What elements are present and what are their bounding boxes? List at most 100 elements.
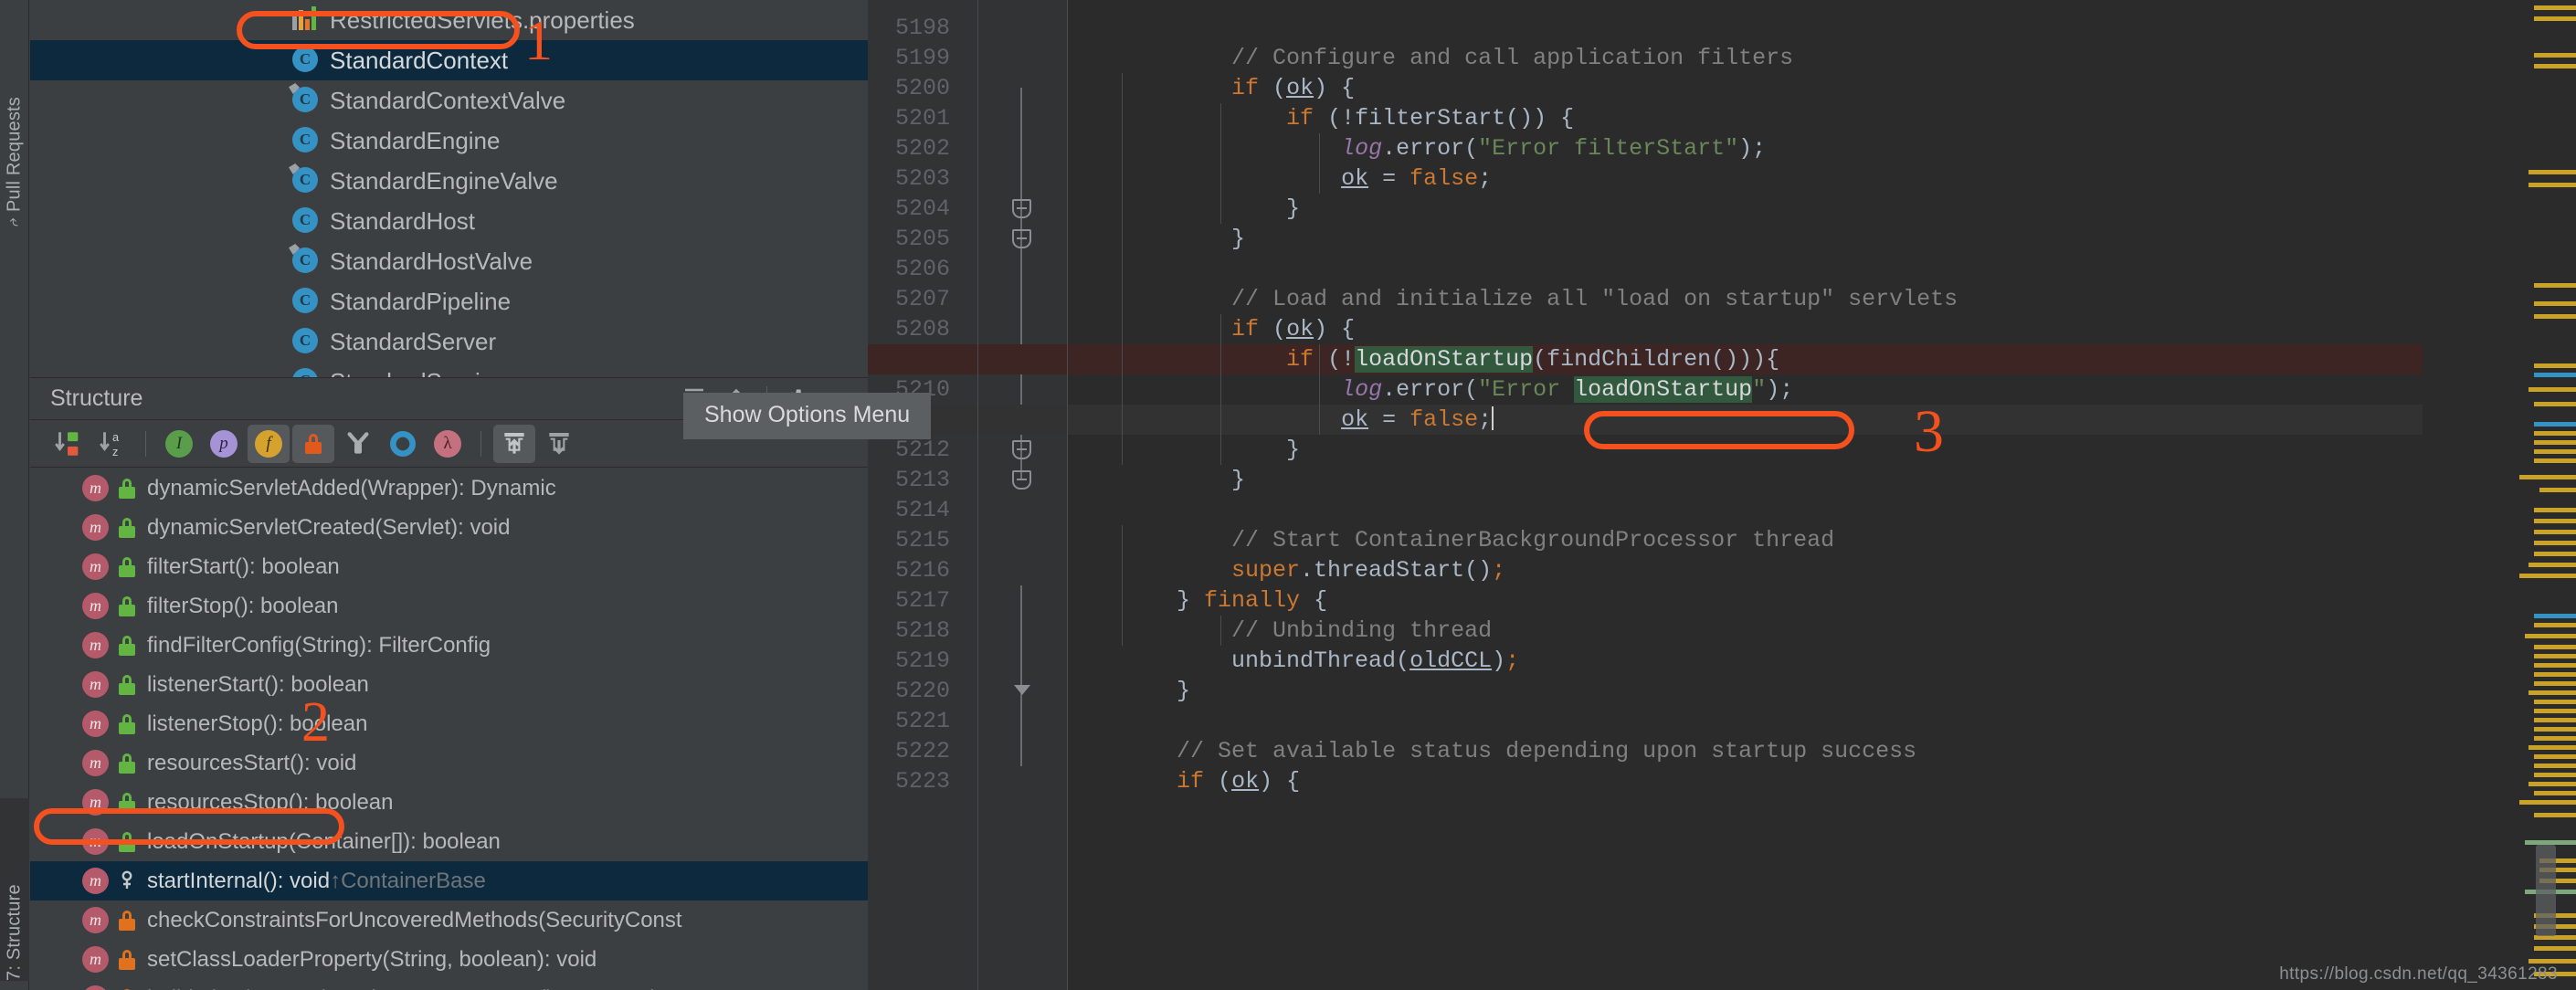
editor-marker[interactable] (2534, 681, 2576, 686)
structure-member-list[interactable]: mdynamicServletAdded(Wrapper): Dynamicmd… (30, 469, 868, 990)
editor-marker[interactable] (2528, 690, 2576, 695)
editor-marker[interactable] (2534, 64, 2576, 68)
structure-member-row[interactable]: mdynamicServletCreated(Servlet): void (30, 508, 868, 547)
show-interfaces-button[interactable] (382, 425, 424, 463)
editor-marker[interactable] (2534, 16, 2576, 21)
show-anonymous-classes-button[interactable] (337, 425, 379, 463)
editor-gutter[interactable]: 5198519952005201520252035204520552065207… (868, 0, 1067, 990)
structure-member-row[interactable]: mfilterStart(): boolean (30, 547, 868, 586)
editor-marker[interactable] (2534, 53, 2576, 58)
editor-marker[interactable] (2534, 718, 2576, 722)
fold-collapse-marker[interactable] (1012, 470, 1031, 490)
code-line[interactable] (1067, 706, 2423, 736)
editor-marker[interactable] (2528, 183, 2576, 187)
editor-marker-bar[interactable] (2423, 0, 2576, 990)
editor-marker[interactable] (2519, 800, 2576, 805)
editor-marker[interactable] (2519, 475, 2576, 479)
editor-marker[interactable] (2528, 745, 2576, 750)
editor-marker[interactable] (2519, 574, 2576, 578)
editor-marker[interactable] (2534, 301, 2576, 306)
editor-marker[interactable] (2525, 634, 2576, 638)
tool-window-button-structure[interactable]: 7: Structure (0, 798, 29, 981)
editor-marker[interactable] (2534, 672, 2576, 677)
code-line[interactable]: if (ok) { (1067, 766, 2423, 796)
project-tree[interactable]: RestrictedServlets.propertiesCStandardCo… (30, 0, 868, 377)
project-tree-item[interactable]: CStandardEngine (30, 121, 868, 161)
editor-marker[interactable] (2534, 508, 2576, 512)
code-line[interactable]: log.error("Error filterStart"); (1067, 133, 2423, 163)
fold-collapse-marker[interactable] (1012, 440, 1031, 459)
editor-marker[interactable] (2534, 458, 2576, 463)
structure-member-row[interactable]: mloadOnStartup(Container[]): boolean (30, 822, 868, 861)
editor-marker[interactable] (2534, 373, 2576, 377)
editor-scrollbar-thumb[interactable] (2536, 845, 2556, 936)
code-line[interactable]: ok = false; (1067, 405, 2423, 435)
fold-end-arrow[interactable] (1014, 685, 1030, 695)
editor-marker[interactable] (2534, 727, 2576, 732)
editor-marker[interactable] (2534, 754, 2576, 759)
project-tree-item[interactable]: CStandardHost (30, 201, 868, 241)
code-line[interactable]: } (1067, 465, 2423, 495)
structure-member-row[interactable]: mfindFilterConfig(String): FilterConfig (30, 626, 868, 665)
editor-marker[interactable] (2534, 363, 2576, 368)
code-line[interactable]: } (1067, 224, 2423, 254)
editor-marker[interactable] (2534, 440, 2576, 445)
code-line[interactable] (1067, 13, 2423, 43)
autoscroll-to-source-button[interactable] (493, 425, 535, 463)
editor-marker[interactable] (2534, 431, 2576, 436)
code-line[interactable]: // Set available status depending upon s… (1067, 736, 2423, 766)
fold-collapse-marker[interactable] (1012, 229, 1031, 248)
editor-marker[interactable] (2528, 782, 2576, 786)
editor-marker[interactable] (2534, 402, 2576, 406)
editor-marker[interactable] (2534, 764, 2576, 768)
project-tree-item[interactable]: CStandardPipeline (30, 281, 868, 321)
editor-marker[interactable] (2534, 541, 2576, 545)
structure-member-row[interactable]: mbuildInjectionMap(NamingResourcesImpl):… (30, 979, 868, 990)
editor-marker[interactable] (2534, 614, 2576, 618)
code-content[interactable]: // Configure and call application filter… (1067, 0, 2423, 990)
code-line[interactable]: } (1067, 194, 2423, 224)
project-tree-item[interactable]: CStandardService (30, 362, 868, 377)
editor-marker[interactable] (2534, 645, 2576, 649)
code-line[interactable]: if (ok) { (1067, 73, 2423, 103)
code-line[interactable]: // Unbinding thread (1067, 616, 2423, 646)
code-line[interactable]: ok = false; (1067, 163, 2423, 194)
code-line[interactable]: // Configure and call application filter… (1067, 43, 2423, 73)
code-line[interactable]: if (ok) { (1067, 314, 2423, 344)
fold-collapse-marker[interactable] (1012, 199, 1031, 218)
project-tree-item[interactable]: CStandardContext (30, 40, 868, 80)
editor-marker[interactable] (2534, 552, 2576, 556)
editor-marker[interactable] (2534, 623, 2576, 627)
editor-marker[interactable] (2534, 422, 2576, 427)
editor-marker[interactable] (2534, 946, 2576, 951)
structure-member-row[interactable]: mlistenerStop(): boolean (30, 704, 868, 743)
code-line[interactable]: } finally { (1067, 585, 2423, 616)
code-line[interactable]: super.threadStart(); (1067, 555, 2423, 585)
show-properties-button[interactable]: p (203, 425, 245, 463)
editor-marker[interactable] (2534, 773, 2576, 777)
code-line[interactable] (1067, 495, 2423, 525)
editor-marker[interactable] (2534, 791, 2576, 795)
editor-marker[interactable] (2534, 663, 2576, 668)
structure-member-row[interactable]: mresourcesStop(): boolean (30, 783, 868, 822)
show-lambdas-button[interactable]: λ (427, 425, 469, 463)
code-line[interactable]: log.error("Error loadOnStartup"); (1067, 374, 2423, 405)
editor-marker[interactable] (2534, 519, 2576, 523)
editor-marker[interactable] (2534, 709, 2576, 713)
code-editor[interactable]: 5198519952005201520252035204520552065207… (868, 0, 2423, 990)
code-line[interactable]: unbindThread(oldCCL); (1067, 646, 2423, 676)
autoscroll-from-source-button[interactable] (538, 425, 580, 463)
editor-marker[interactable] (2534, 449, 2576, 454)
code-line[interactable]: } (1067, 676, 2423, 706)
structure-member-row[interactable]: mdynamicServletAdded(Wrapper): Dynamic (30, 469, 868, 508)
editor-marker[interactable] (2528, 563, 2576, 567)
project-tree-item[interactable]: CStandardHostValve (30, 241, 868, 281)
show-inherited-button[interactable]: I (158, 425, 200, 463)
code-line[interactable] (1067, 254, 2423, 284)
structure-member-row[interactable]: mresourcesStart(): void (30, 743, 868, 783)
structure-member-row[interactable]: msetClassLoaderProperty(String, boolean)… (30, 940, 868, 979)
editor-marker[interactable] (2534, 530, 2576, 534)
structure-member-row[interactable]: mfilterStop(): boolean (30, 586, 868, 626)
editor-marker[interactable] (2528, 387, 2576, 392)
editor-marker[interactable] (2534, 5, 2576, 10)
